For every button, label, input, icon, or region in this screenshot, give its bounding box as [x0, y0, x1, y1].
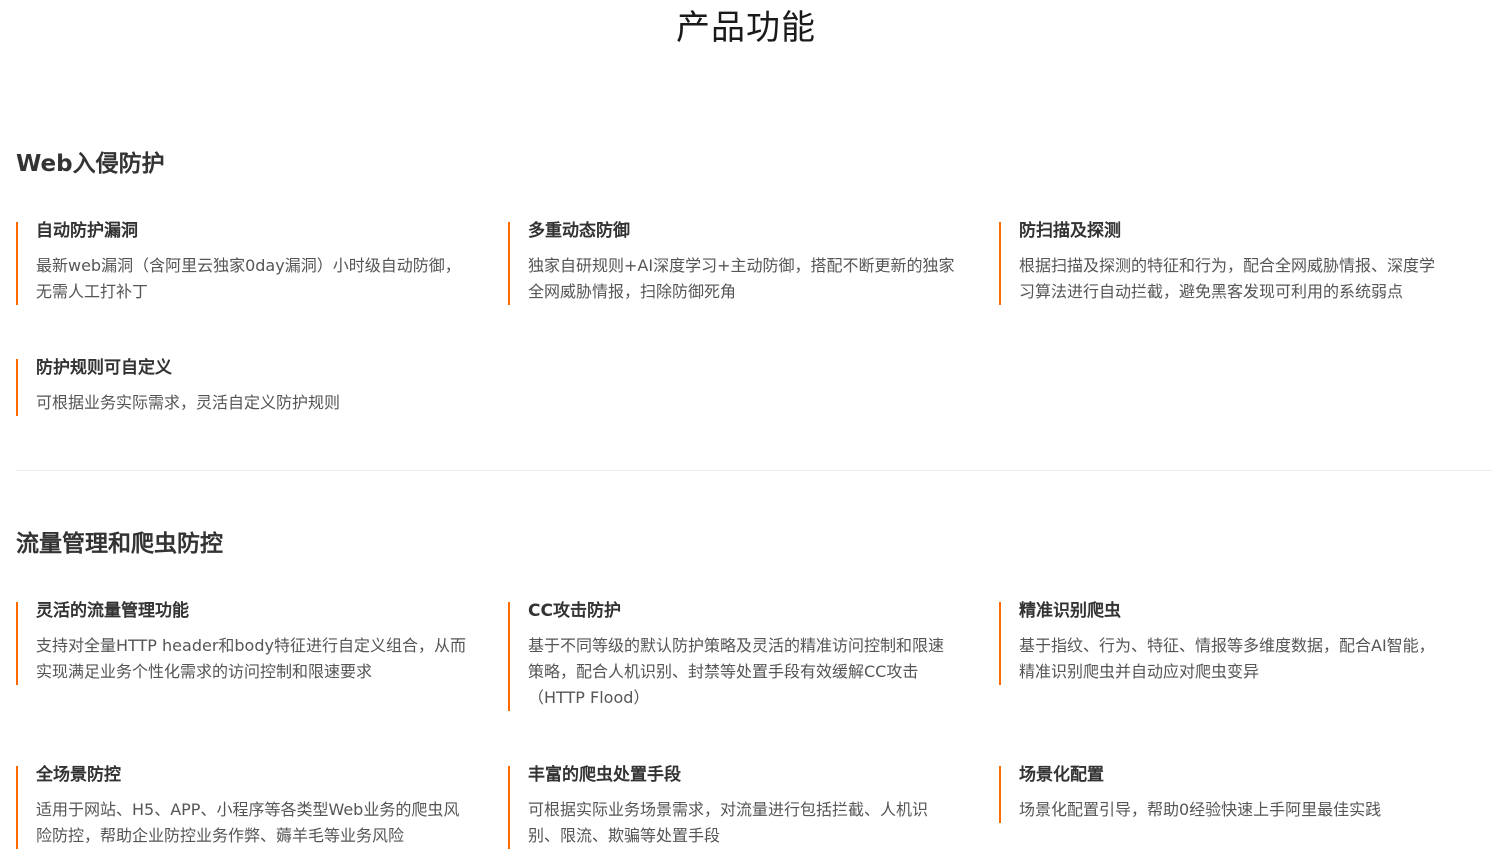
feature-card: 场景化配置 场景化配置引导，帮助0经验快速上手阿里最佳实践: [999, 765, 1439, 823]
feature-title: 丰富的爬虫处置手段: [528, 765, 681, 785]
feature-title: CC攻击防护: [528, 601, 621, 621]
page-title: 产品功能: [676, 8, 816, 48]
feature-title: 全场景防控: [36, 765, 121, 785]
feature-title: 场景化配置: [1019, 765, 1104, 785]
feature-card: 防护规则可自定义 可根据业务实际需求，灵活自定义防护规则: [16, 358, 456, 416]
feature-desc: 基于不同等级的默认防护策略及灵活的精准访问控制和限速策略，配合人机识别、封禁等处…: [528, 636, 945, 707]
section-title-web-intrusion: Web入侵防护: [16, 151, 165, 177]
feature-card: 多重动态防御 独家自研规则+AI深度学习+主动防御，搭配不断更新的独家全网威胁情…: [508, 221, 954, 305]
section-divider: [16, 470, 1492, 471]
feature-card: 灵活的流量管理功能 支持对全量HTTP header和body特征进行自定义组合…: [16, 601, 466, 685]
feature-desc: 支持对全量HTTP header和body特征进行自定义组合，从而实现满足业务个…: [36, 636, 466, 681]
feature-desc: 独家自研规则+AI深度学习+主动防御，搭配不断更新的独家全网威胁情报，扫除防御死…: [528, 256, 955, 301]
feature-card: CC攻击防护 基于不同等级的默认防护策略及灵活的精准访问控制和限速策略，配合人机…: [508, 601, 948, 711]
feature-card: 防扫描及探测 根据扫描及探测的特征和行为，配合全网威胁情报、深度学习算法进行自动…: [999, 221, 1439, 305]
feature-card: 全场景防控 适用于网站、H5、APP、小程序等各类型Web业务的爬虫风险防控，帮…: [16, 765, 459, 849]
feature-desc: 适用于网站、H5、APP、小程序等各类型Web业务的爬虫风险防控，帮助企业防控业…: [36, 800, 460, 845]
feature-desc: 可根据实际业务场景需求，对流量进行包括拦截、人机识别、限流、欺骗等处置手段: [528, 800, 929, 845]
feature-desc: 根据扫描及探测的特征和行为，配合全网威胁情报、深度学习算法进行自动拦截，避免黑客…: [1019, 256, 1436, 301]
feature-card: 精准识别爬虫 基于指纹、行为、特征、情报等多维度数据，配合AI智能，精准识别爬虫…: [999, 601, 1439, 685]
feature-card: 丰富的爬虫处置手段 可根据实际业务场景需求，对流量进行包括拦截、人机识别、限流、…: [508, 765, 948, 849]
feature-title: 防扫描及探测: [1019, 221, 1121, 241]
feature-desc: 基于指纹、行为、特征、情报等多维度数据，配合AI智能，精准识别爬虫并自动应对爬虫…: [1019, 636, 1435, 681]
feature-desc: 场景化配置引导，帮助0经验快速上手阿里最佳实践: [1019, 800, 1382, 819]
feature-title: 精准识别爬虫: [1019, 601, 1121, 621]
feature-title: 多重动态防御: [528, 221, 630, 241]
feature-desc: 可根据业务实际需求，灵活自定义防护规则: [36, 393, 341, 412]
feature-title: 灵活的流量管理功能: [36, 601, 189, 621]
section-title-traffic-bot: 流量管理和爬虫防控: [16, 531, 223, 557]
feature-title: 自动防护漏洞: [36, 221, 138, 241]
feature-title: 防护规则可自定义: [36, 358, 172, 378]
feature-card: 自动防护漏洞 最新web漏洞（含阿里云独家0day漏洞）小时级自动防御，无需人工…: [16, 221, 461, 305]
feature-desc: 最新web漏洞（含阿里云独家0day漏洞）小时级自动防御，无需人工打补丁: [36, 256, 461, 301]
